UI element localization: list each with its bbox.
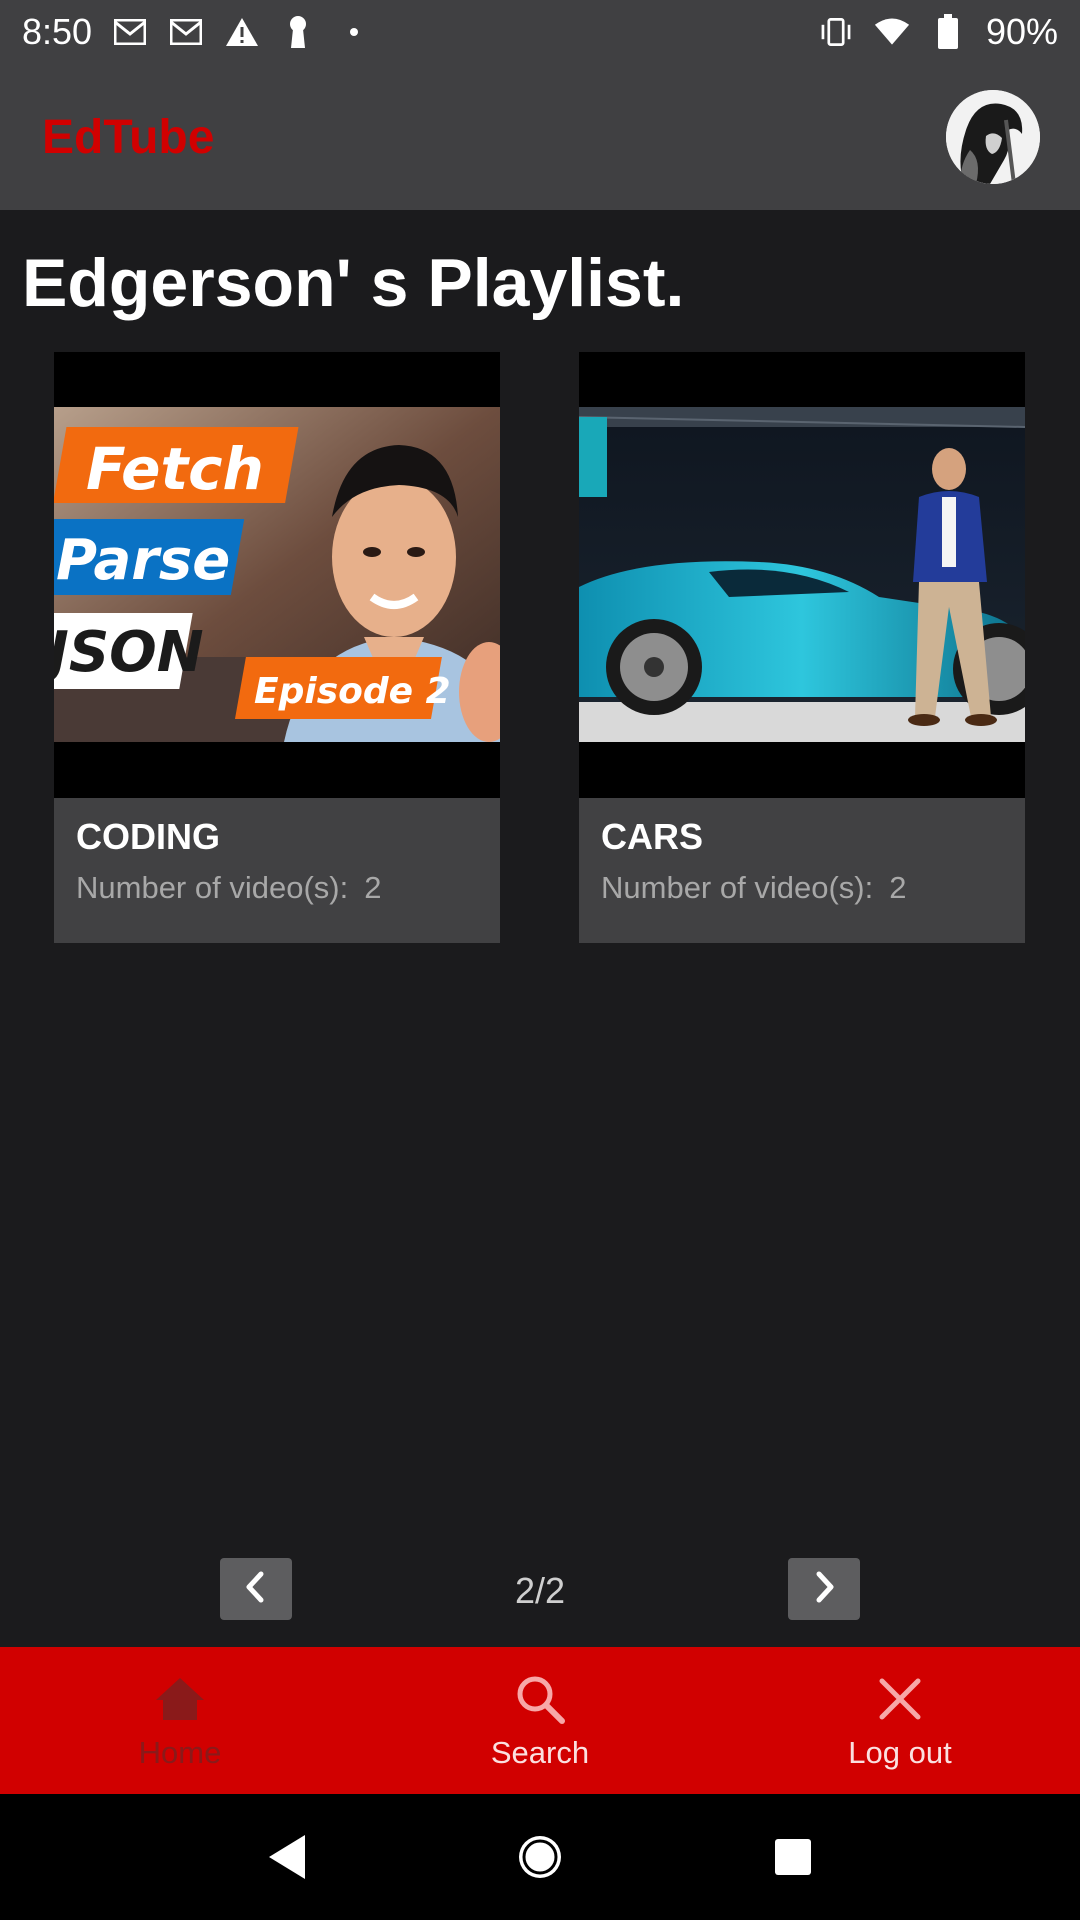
gmail-icon	[112, 14, 148, 50]
keyhole-icon	[280, 14, 316, 50]
previous-page-button[interactable]	[220, 1558, 292, 1620]
page-indicator: 2/2	[514, 1570, 566, 1611]
recents-icon[interactable]	[763, 1827, 823, 1887]
back-icon[interactable]	[257, 1827, 317, 1887]
chevron-right-icon	[809, 1570, 839, 1609]
chevron-left-icon	[241, 1570, 271, 1609]
close-icon	[872, 1671, 928, 1727]
nav-search-label: Search	[490, 1734, 590, 1770]
video-count-label: Number of video(s):	[76, 870, 349, 905]
status-right: 90%	[818, 11, 1058, 53]
video-count-label: Number of video(s):	[601, 870, 874, 905]
nav-home-label: Home	[138, 1734, 222, 1770]
status-left: 8:50	[22, 11, 372, 53]
warning-icon	[224, 14, 260, 50]
system-navigation-bar	[0, 1794, 1080, 1920]
home-circle-icon[interactable]	[510, 1827, 570, 1887]
svg-text:Fetch: Fetch	[86, 435, 264, 503]
thumbnail-image	[579, 407, 1025, 742]
wifi-icon	[874, 14, 910, 50]
playlist-thumbnail[interactable]: Fetch Parse JSON Episode 2	[54, 352, 500, 798]
search-icon	[512, 1671, 568, 1727]
home-icon	[152, 1671, 208, 1727]
video-count-value: 2	[889, 870, 907, 905]
nav-search[interactable]: Search	[360, 1647, 720, 1794]
playlist-title: CARS	[601, 816, 704, 857]
status-time: 8:50	[22, 11, 93, 52]
playlist-info: CODING Number of video(s): 2	[54, 798, 500, 943]
playlist-card-coding[interactable]: Fetch Parse JSON Episode 2 CODING Number…	[54, 352, 500, 943]
battery-percentage: 90%	[985, 11, 1058, 52]
vibrate-icon	[818, 14, 854, 50]
svg-text:JSON: JSON	[54, 620, 204, 685]
thumbnail-image: Fetch Parse JSON Episode 2	[54, 407, 500, 742]
svg-text:Parse: Parse	[56, 528, 230, 593]
video-count-value: 2	[364, 870, 382, 905]
dot-icon	[336, 14, 372, 50]
playlist-title: CODING	[76, 816, 220, 857]
status-bar: 8:50 90%	[0, 0, 1080, 64]
nav-logout[interactable]: Log out	[720, 1647, 1080, 1794]
nav-home[interactable]: Home	[0, 1647, 360, 1794]
nav-logout-label: Log out	[848, 1734, 952, 1770]
app-bar: EdTube	[0, 64, 1080, 210]
playlist-info: CARS Number of video(s): 2	[579, 798, 1025, 943]
page-title: Edgerson' s Playlist.	[22, 245, 685, 321]
gmail-icon	[168, 14, 204, 50]
playlist-card-cars[interactable]: CARS Number of video(s): 2	[579, 352, 1025, 943]
playlist-thumbnail[interactable]	[579, 352, 1025, 798]
bottom-navigation: Home Search Log out	[0, 1647, 1080, 1794]
video-count: Number of video(s): 2	[601, 870, 1003, 906]
battery-icon	[930, 14, 966, 50]
svg-text:Episode 2: Episode 2	[254, 671, 451, 712]
app-title: EdTube	[42, 110, 215, 164]
video-count: Number of video(s): 2	[76, 870, 478, 906]
next-page-button[interactable]	[788, 1558, 860, 1620]
avatar[interactable]	[946, 90, 1040, 184]
